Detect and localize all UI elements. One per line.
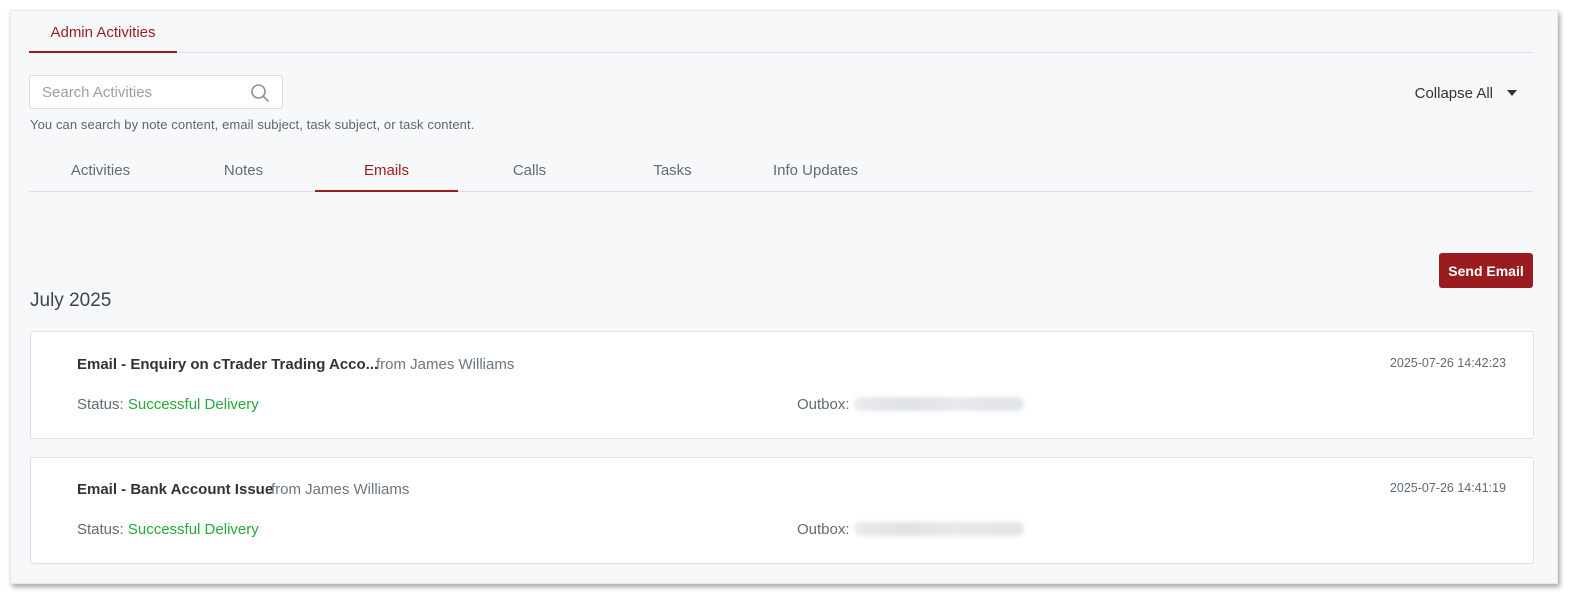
outbox-label: Outbox: (797, 521, 850, 538)
outbox-address-redacted (854, 397, 1024, 411)
collapse-all-label: Collapse All (1414, 84, 1493, 102)
outbox-label: Outbox: (797, 396, 850, 413)
email-timestamp: 2025-07-26 14:42:23 (1389, 356, 1506, 370)
status-value: Successful Delivery (127, 521, 259, 538)
tab-calls[interactable]: Calls (458, 154, 601, 192)
email-subject[interactable]: Email - Enquiry on cTrader Trading Acco.… (77, 356, 378, 373)
admin-activities-panel: Admin Activities You can search by note … (10, 10, 1558, 584)
tab-notes[interactable]: Notes (172, 154, 315, 192)
email-subject[interactable]: Email - Bank Account Issue (77, 481, 273, 498)
email-card[interactable]: Email - Bank Account Issue from James Wi… (30, 457, 1534, 564)
search-hint: You can search by note content, email su… (30, 117, 475, 132)
status-label: Status: (77, 396, 128, 413)
top-tab-bar: Admin Activities (29, 11, 1533, 53)
status-label: Status: (77, 521, 128, 538)
send-email-button[interactable]: Send Email (1439, 253, 1533, 288)
month-heading: July 2025 (30, 290, 112, 311)
tab-emails[interactable]: Emails (315, 154, 458, 192)
tab-info-updates[interactable]: Info Updates (744, 154, 887, 192)
tab-activities[interactable]: Activities (29, 154, 172, 192)
collapse-all-dropdown[interactable]: Collapse All (1415, 83, 1517, 103)
status-value: Successful Delivery (127, 396, 259, 413)
email-status: Status: Successful Delivery (77, 396, 259, 413)
tab-admin-activities[interactable]: Admin Activities (29, 23, 177, 53)
email-status: Status: Successful Delivery (77, 521, 259, 538)
email-timestamp: 2025-07-26 14:41:19 (1389, 481, 1506, 495)
activity-tab-bar: Activities Notes Emails Calls Tasks Info… (29, 154, 1533, 192)
tab-tasks[interactable]: Tasks (601, 154, 744, 192)
email-sender: from James Williams (376, 356, 515, 373)
caret-down-icon (1507, 90, 1517, 96)
search-box (29, 75, 283, 109)
email-sender: from James Williams (271, 481, 410, 498)
email-card[interactable]: Email - Enquiry on cTrader Trading Acco.… (30, 331, 1534, 439)
search-icon[interactable] (250, 83, 270, 103)
search-input[interactable] (30, 76, 245, 108)
outbox-address-redacted (854, 522, 1024, 536)
